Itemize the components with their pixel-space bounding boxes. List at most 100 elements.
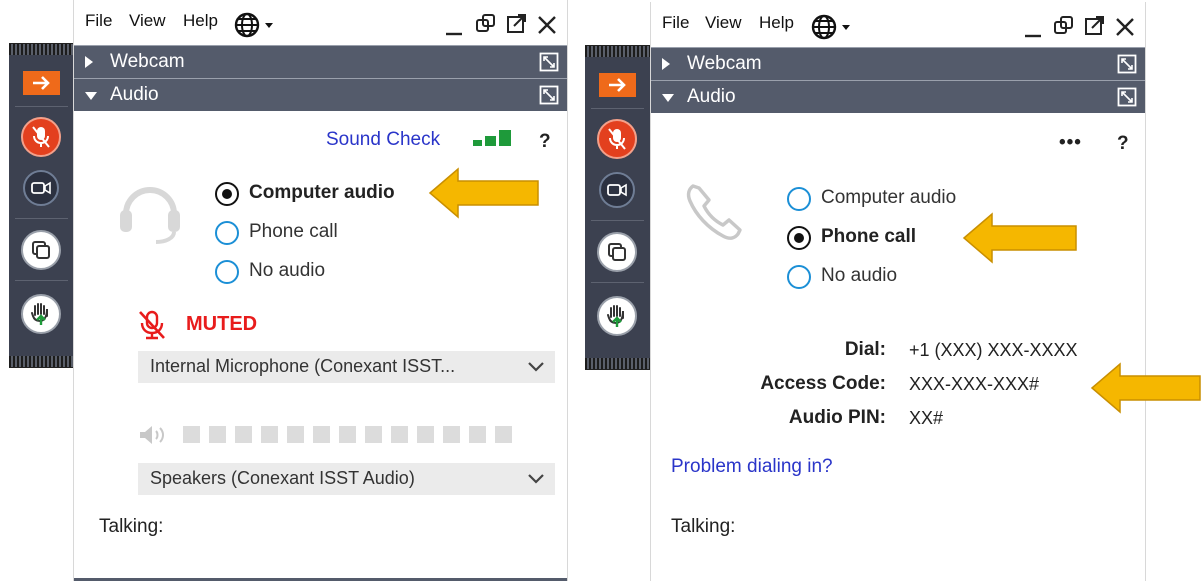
audio-pin-label: Audio PIN: [788,407,886,428]
problem-dialing-link[interactable]: Problem dialing in? [671,456,833,478]
mute-mic-button[interactable] [21,117,61,157]
level-segment [339,426,356,443]
radio-no-audio[interactable] [215,260,239,284]
callout-arrow-icon [428,167,539,219]
level-segment [287,426,304,443]
webcam-section-header[interactable]: Webcam [651,47,1145,80]
level-segment [495,426,512,443]
view-menu[interactable]: View [129,11,166,31]
right-side-toolbar [585,45,650,370]
radio-computer-audio[interactable] [215,182,239,206]
radio-label-computer-audio[interactable]: Computer audio [249,182,395,204]
more-options-button[interactable]: ••• [1059,132,1082,154]
globe-icon[interactable] [234,12,278,38]
speakers-select-value: Speakers (Conexant ISST Audio) [150,468,415,488]
level-segment [261,426,278,443]
microphone-select[interactable]: Internal Microphone (Conexant ISST... [138,351,555,383]
toolbar-separator [591,108,644,109]
level-segment [365,426,382,443]
view-menu[interactable]: View [705,13,742,33]
minimize-icon[interactable] [1023,16,1043,38]
share-screen-button[interactable] [21,230,61,270]
section-popout-icon[interactable] [1117,87,1137,107]
toolbar-separator [15,218,68,219]
help-question-mark[interactable]: ? [1117,133,1129,155]
globe-icon[interactable] [811,14,855,40]
help-menu[interactable]: Help [759,13,794,33]
dial-number: +1 (XXX) XXX-XXXX [909,340,1078,360]
mic-muted-icon [32,126,50,148]
file-menu[interactable]: File [662,13,689,33]
share-screen-icon [608,243,626,261]
level-segment [417,426,434,443]
share-screen-icon [32,241,50,259]
exit-button[interactable] [23,71,60,95]
audio-section-header[interactable]: Audio [74,78,567,111]
camera-icon [31,181,51,195]
chevron-down-icon [528,362,544,372]
raise-hand-icon [607,305,624,327]
radio-label-phone-call[interactable]: Phone call [821,226,916,248]
minimize-icon[interactable] [444,14,464,36]
close-icon[interactable] [536,14,558,36]
access-code-value: XXX-XXX-XXX# [909,374,1040,394]
level-segment [469,426,486,443]
radio-label-no-audio[interactable]: No audio [249,260,325,282]
webcam-section-label: Webcam [110,51,185,72]
talking-label: Talking: [99,516,164,537]
sound-check-link[interactable]: Sound Check [326,129,440,151]
talking-label: Talking: [671,516,736,537]
toolbar-separator [15,106,68,107]
toolbar-grip-bottom[interactable] [9,356,74,367]
access-code-label: Access Code: [760,373,886,394]
popout-icon[interactable] [1084,15,1106,37]
section-popout-icon[interactable] [1117,54,1137,74]
radio-computer-audio[interactable] [787,187,811,211]
mute-mic-button[interactable] [597,119,637,159]
muted-mic-icon [139,310,165,340]
section-popout-icon[interactable] [539,85,559,105]
audio-section-label: Audio [687,86,736,107]
section-popout-icon[interactable] [539,52,559,72]
share-screen-button[interactable] [597,232,637,272]
radio-label-no-audio[interactable]: No audio [821,265,897,287]
radio-phone-call[interactable] [215,221,239,245]
restore-icon[interactable] [1053,15,1075,37]
exit-button[interactable] [599,73,636,97]
camera-button[interactable] [599,172,635,208]
speaker-volume-icon [140,426,164,444]
toolbar-grip-bottom[interactable] [585,358,650,369]
help-question-mark[interactable]: ? [539,131,551,153]
radio-no-audio[interactable] [787,265,811,289]
audio-pin-value: XX# [909,408,944,428]
toolbar-grip-top[interactable] [585,46,650,57]
help-menu[interactable]: Help [183,11,218,31]
close-icon[interactable] [1114,16,1136,38]
callout-arrow-icon [1090,362,1201,414]
phone-handset-icon [686,184,742,240]
file-menu[interactable]: File [85,11,112,31]
toolbar-separator [591,220,644,221]
level-segment [209,426,226,443]
level-segment [391,426,408,443]
audio-section-header[interactable]: Audio [651,80,1145,113]
radio-label-computer-audio[interactable]: Computer audio [821,187,956,209]
exit-arrow-icon [32,76,50,90]
speakers-select[interactable]: Speakers (Conexant ISST Audio) [138,463,555,495]
toolbar-grip-top[interactable] [9,44,74,55]
radio-label-phone-call[interactable]: Phone call [249,221,338,243]
level-segment [313,426,330,443]
popout-icon[interactable] [506,13,528,35]
radio-phone-call[interactable] [787,226,811,250]
webcam-section-label: Webcam [687,53,762,74]
menu-bar: File View Help [651,2,1145,46]
signal-level-icon [473,130,511,146]
raise-hand-button[interactable] [21,294,61,334]
audio-section-label: Audio [110,84,159,105]
menu-bar: File View Help [74,0,567,44]
webcam-section-header[interactable]: Webcam [74,45,567,78]
camera-button[interactable] [23,170,59,206]
raise-hand-button[interactable] [597,296,637,336]
mic-muted-icon [608,128,626,150]
restore-icon[interactable] [475,13,497,35]
